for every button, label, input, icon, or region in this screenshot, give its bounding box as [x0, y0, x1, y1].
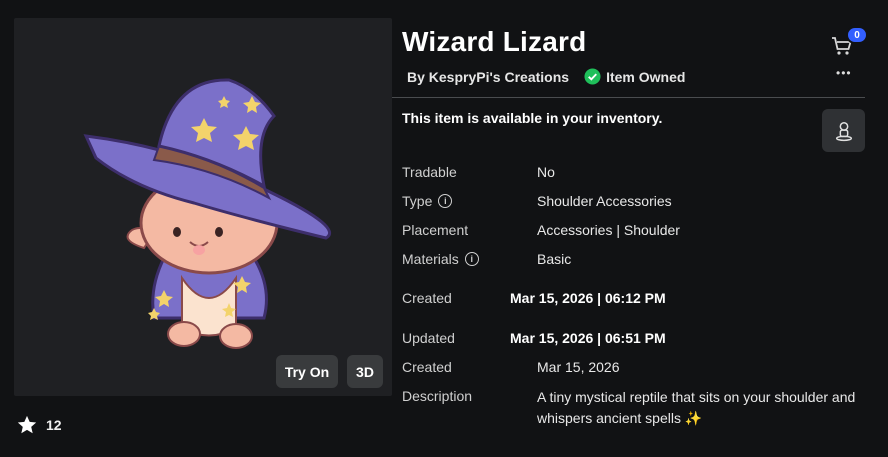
avatar-preview-button[interactable]	[822, 109, 865, 152]
cart-badge: 0	[846, 26, 868, 44]
updated-datetime-value: Mar 15, 2026 | 06:51 PM	[510, 330, 666, 346]
detail-updated-datetime: Updated	[402, 330, 455, 346]
favorite-count: 12	[46, 417, 62, 433]
info-icon[interactable]: i	[464, 252, 479, 266]
detail-tradable: Tradable	[402, 164, 457, 180]
more-icon[interactable]: •••	[836, 67, 852, 79]
created-date-label: Created	[402, 359, 452, 375]
view-3d-button[interactable]: 3D	[347, 355, 383, 388]
detail-type: Type i	[402, 193, 453, 209]
item-preview: Try On 3D	[14, 18, 392, 396]
owned-status: Item Owned	[584, 68, 685, 85]
tradable-label: Tradable	[402, 164, 457, 180]
materials-label: Materials	[402, 251, 459, 267]
avatar-icon	[835, 121, 852, 141]
detail-created-date: Created	[402, 359, 452, 375]
placement-label: Placement	[402, 222, 469, 238]
check-circle-icon	[584, 68, 601, 85]
placement-value: Accessories | Shoulder	[537, 222, 680, 238]
created-date-value: Mar 15, 2026	[537, 359, 620, 375]
detail-description: Description	[402, 388, 472, 404]
detail-placement: Placement	[402, 222, 468, 238]
owned-label: Item Owned	[606, 68, 686, 85]
created-datetime-value: Mar 15, 2026 | 06:12 PM	[510, 290, 666, 306]
byline: By KespryPi's Creations Item Owned	[407, 68, 685, 85]
type-label: Type	[402, 193, 433, 209]
wizard-lizard-image	[83, 78, 332, 349]
created-label: Created	[402, 290, 452, 306]
info-icon[interactable]: i	[438, 194, 453, 208]
description-label: Description	[402, 388, 473, 404]
description-text: A tiny mystical reptile that sits on you…	[537, 389, 856, 426]
tradable-value: No	[537, 164, 555, 180]
item-title: Wizard Lizard	[402, 26, 587, 57]
updated-label: Updated	[402, 330, 455, 346]
availability-text: This item is available in your inventory…	[402, 110, 663, 126]
divider	[392, 97, 865, 98]
materials-value: Basic	[537, 251, 572, 267]
favorite-toggle[interactable]: 12	[16, 414, 62, 436]
detail-materials: Materials i	[402, 251, 479, 267]
detail-created-datetime: Created	[402, 290, 452, 306]
try-on-button[interactable]: Try On	[276, 355, 338, 388]
star-icon	[17, 415, 37, 434]
creator-link[interactable]: By KespryPi's Creations	[407, 69, 569, 85]
type-value: Shoulder Accessories	[537, 193, 672, 209]
